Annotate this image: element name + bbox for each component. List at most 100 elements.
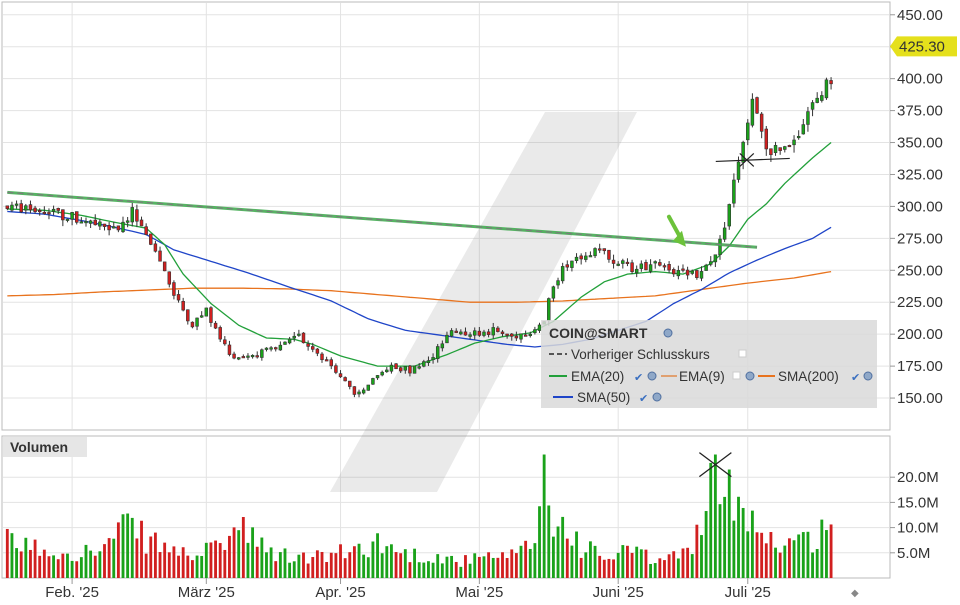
volume-bar (755, 532, 759, 578)
candle-body (42, 211, 47, 215)
x-tick-label: Juni '25 (593, 584, 644, 600)
candle-body (440, 343, 445, 349)
candle-body (556, 280, 560, 286)
candle-body (690, 270, 694, 274)
volume-bar (75, 561, 79, 578)
candle-body (820, 95, 824, 101)
volume-bar (237, 530, 241, 578)
volume-bar (806, 531, 810, 578)
price-tick-label: 200.00 (897, 326, 943, 343)
candle-body (486, 331, 491, 335)
volume-bar (200, 555, 204, 578)
volume-tick-label: 15.0M (897, 494, 939, 511)
volume-bar (732, 520, 736, 578)
volume-bar (186, 555, 190, 578)
legend-settings-sma200-icon[interactable] (863, 371, 873, 381)
volume-bar (29, 549, 32, 578)
volume-bar (24, 537, 28, 578)
legend-check-sma50-icon[interactable]: ✔ (639, 393, 648, 405)
candle-body (167, 271, 172, 285)
volume-bar (727, 469, 731, 578)
volume-bar (737, 496, 740, 578)
volume-axis: 20.0M 15.0M 10.0M 5.0M (890, 469, 939, 562)
volume-bar (297, 554, 301, 578)
candle-body (746, 122, 750, 141)
legend-toggle-ema9[interactable] (732, 371, 741, 380)
candle-body (769, 148, 773, 156)
price-tick-label: 150.00 (897, 390, 943, 407)
candle-body (135, 209, 139, 222)
price-tick-label: 325.00 (897, 166, 943, 183)
scroll-right-icon[interactable]: ◆ (851, 588, 859, 599)
volume-bar (135, 538, 139, 578)
candle-body (801, 124, 806, 135)
volume-bar (362, 554, 366, 578)
volume-bar (542, 454, 546, 578)
volume-bar (325, 561, 329, 578)
last-price-badge: 425.30 (890, 36, 957, 57)
x-tick-label: Apr. '25 (315, 584, 365, 600)
legend-label-prev-close: Vorheriger Schlusskurs (571, 347, 710, 362)
volume-bar (588, 541, 592, 578)
volume-bar (723, 496, 727, 578)
candle-body (681, 268, 685, 271)
volume-bar (760, 532, 764, 578)
volume-bar (390, 544, 393, 578)
candle-body (588, 255, 593, 258)
volume-bar (66, 553, 69, 578)
legend-settings-sma50-icon[interactable] (652, 392, 662, 402)
candle-body (408, 365, 412, 374)
chart-svg: 450.00425.00400.00375.00350.00325.00300.… (1, 1, 957, 601)
candle-body (274, 347, 278, 350)
candle-body (764, 128, 769, 150)
candle-body (385, 369, 389, 373)
legend-check-sma200-icon[interactable]: ✔ (851, 372, 860, 384)
volume-bar (140, 520, 143, 578)
volume-bar (246, 542, 250, 578)
candle-body (551, 286, 556, 299)
volume-bar (89, 550, 93, 578)
volume-bar (209, 542, 213, 578)
volume-bar (658, 558, 662, 578)
volume-bar (116, 522, 120, 578)
candle-body (574, 256, 579, 261)
volume-bar (352, 546, 356, 578)
candle-body (10, 204, 14, 211)
volume-bar (357, 543, 361, 578)
volume-bar (829, 524, 833, 578)
volume-bar (630, 552, 634, 578)
candle-body (459, 331, 463, 335)
volume-bar (329, 552, 333, 578)
candle-body (505, 333, 509, 336)
candle-body (528, 333, 532, 336)
candle-body (755, 97, 759, 114)
volume-bar (764, 543, 768, 578)
volume-bar (713, 454, 717, 578)
legend-check-ema20-icon[interactable]: ✔ (634, 372, 643, 384)
volume-bar (339, 544, 342, 578)
volume-bar (672, 551, 676, 578)
volume-bar (593, 545, 597, 578)
volume-bar (413, 548, 416, 578)
candle-body (417, 366, 421, 369)
legend-settings-ema20-icon[interactable] (647, 371, 657, 381)
volume-bar (797, 534, 801, 578)
candle-body (162, 261, 167, 272)
candle-body (79, 221, 84, 224)
candle-body (426, 360, 431, 363)
candle-body (741, 141, 745, 163)
price-tick-label: 350.00 (897, 135, 943, 152)
candle-body (514, 335, 519, 339)
volume-bar (399, 553, 403, 578)
volume-bar (255, 546, 259, 578)
candle-body (195, 317, 199, 327)
volume-bar (473, 553, 477, 578)
legend-toggle-prev-close[interactable] (738, 349, 747, 358)
candle-body (320, 353, 324, 361)
candle-body (500, 331, 505, 334)
volume-bar (811, 552, 814, 578)
candle-body (24, 205, 28, 211)
legend-settings-ema9-icon[interactable] (745, 371, 755, 381)
candle-body (783, 146, 787, 150)
legend-title-settings-icon[interactable] (663, 328, 673, 338)
